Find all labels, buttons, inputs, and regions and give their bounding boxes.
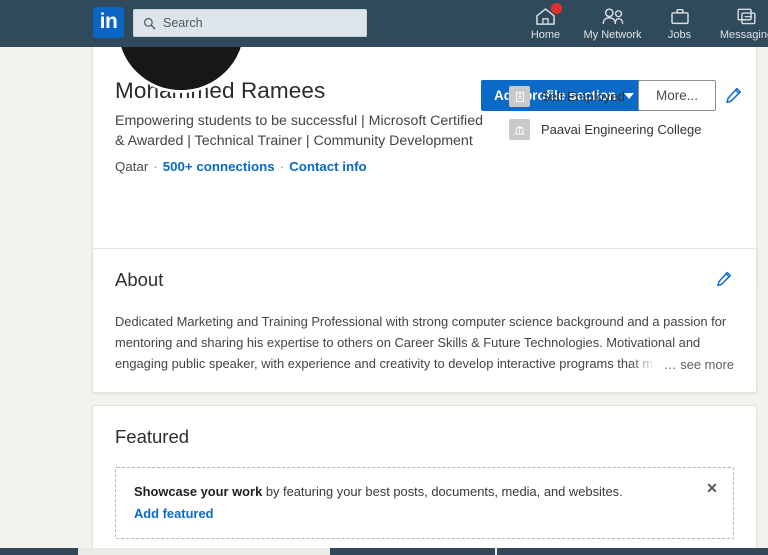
pencil-icon [717,271,732,287]
featured-title: Featured [115,426,190,447]
taskbar-segment-1[interactable] [0,548,78,555]
about-text: Dedicated Marketing and Training Profess… [115,311,734,375]
nav-label-messaging: Messaging [719,29,768,41]
taskbar-segment-3[interactable] [497,548,768,555]
contact-info-link[interactable]: Contact info [289,159,367,174]
featured-promo-box: Showcase your work by featuring your bes… [115,467,734,539]
nav-label-home: Home [530,29,561,41]
profile-affiliations: Self Employed Paavai Engineering College [509,83,734,149]
company-building-icon [509,86,530,107]
featured-promo-bold: Showcase your work [134,484,263,499]
school-icon [509,119,530,140]
message-icon [736,6,757,26]
close-icon[interactable]: ✕ [703,479,721,497]
nav-label-my-network: My Network [583,29,642,41]
nav-item-my-network[interactable]: My Network [579,0,646,47]
affiliation-company-label: Self Employed [541,89,625,104]
page-content: Add profile section More... Mohammed Ram… [0,0,768,555]
see-more-link[interactable]: … see more [629,353,734,375]
affiliation-company[interactable]: Self Employed [509,83,734,110]
search-input[interactable]: Search [133,9,367,37]
nav-item-home[interactable]: Home [512,0,579,47]
search-placeholder-text: Search [163,16,203,30]
nav-items-group: Home My Network Jobs Messaging [512,0,768,47]
people-icon [601,6,625,26]
featured-card: Featured Showcase your work by featuring… [92,405,757,555]
affiliation-school[interactable]: Paavai Engineering College [509,116,734,143]
about-card: About Dedicated Marketing and Training P… [92,248,757,393]
home-icon [535,3,562,26]
briefcase-icon [670,6,690,26]
taskbar-segment-2[interactable] [330,548,495,555]
nav-item-messaging[interactable]: Messaging [713,0,768,47]
top-navigation-bar: in Search Home My Network Jobs Messaging [0,0,768,47]
nav-label-jobs: Jobs [667,29,692,41]
meta-separator-2: · [279,159,285,175]
profile-location: Qatar [115,159,149,175]
profile-meta-line: Qatar · 500+ connections · Contact info [115,159,485,174]
affiliation-school-label: Paavai Engineering College [541,122,702,137]
featured-promo-rest: by featuring your best posts, documents,… [262,484,623,499]
taskbar [0,548,768,555]
edit-about-button[interactable] [712,267,736,291]
add-featured-link[interactable]: Add featured [134,506,214,521]
profile-headline: Empowering students to be successful | M… [115,113,483,150]
linkedin-logo[interactable]: in [93,7,124,38]
home-notification-badge [551,3,562,14]
about-title: About [115,269,164,290]
meta-separator-1: · [153,159,158,175]
search-icon [143,17,156,29]
nav-item-jobs[interactable]: Jobs [646,0,713,47]
connections-link[interactable]: 500+ connections [163,159,275,174]
featured-promo-text: Showcase your work by featuring your bes… [134,484,715,499]
